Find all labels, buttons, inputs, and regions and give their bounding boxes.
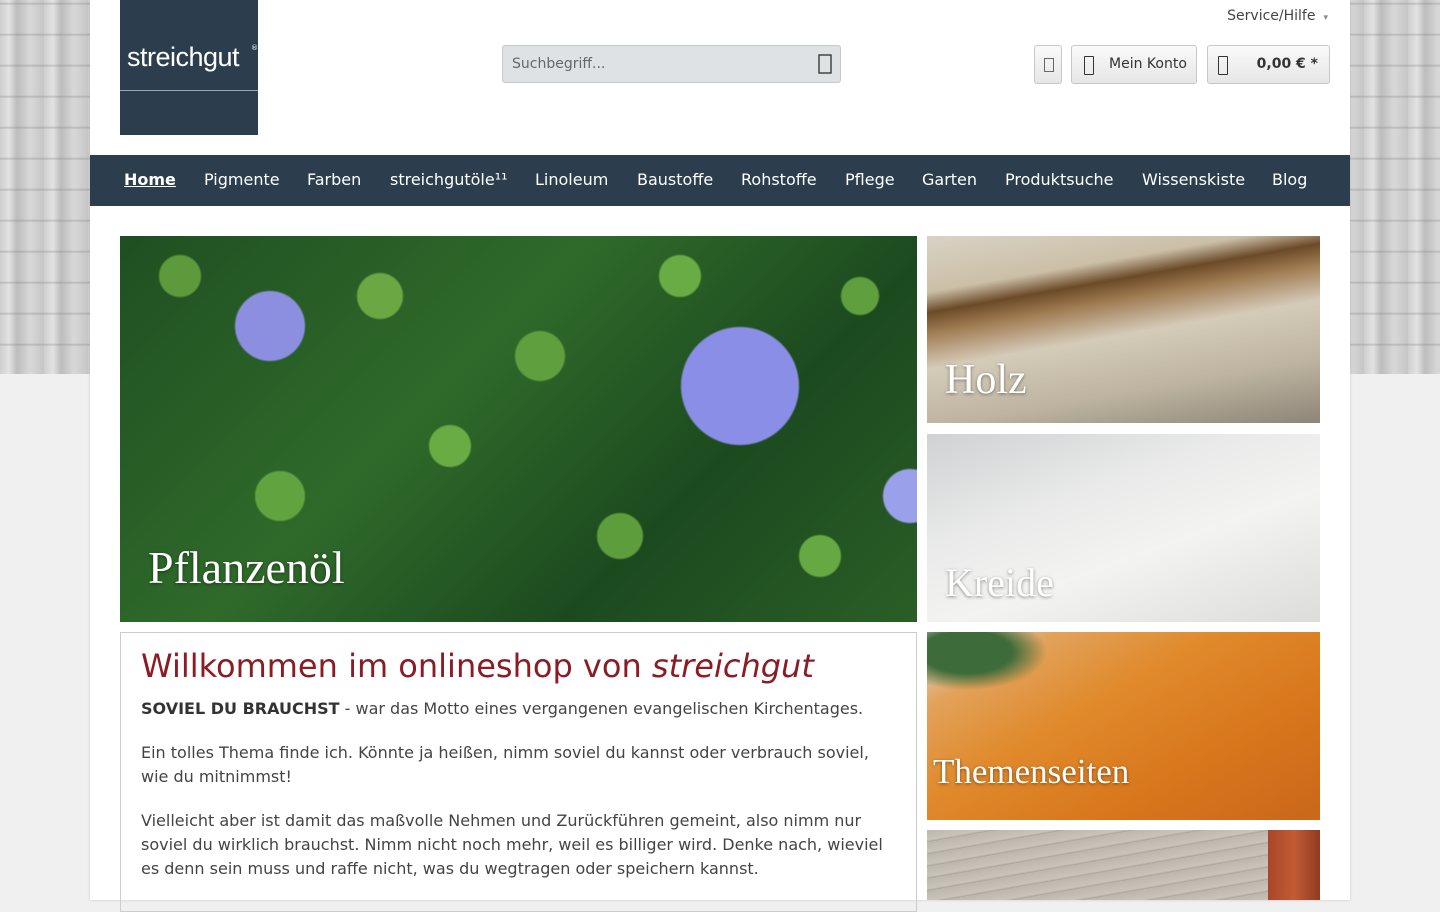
user-icon bbox=[1084, 56, 1094, 75]
tile-caption-holz: Holz bbox=[945, 357, 1027, 403]
search-bar bbox=[502, 45, 841, 83]
cart-total: 0,00 € * bbox=[1256, 56, 1318, 72]
search-input[interactable] bbox=[503, 46, 821, 82]
nav-item-home[interactable]: Home bbox=[124, 170, 176, 189]
notepad-icon bbox=[1044, 58, 1054, 72]
logo-registered-mark: ® bbox=[251, 44, 258, 52]
main-navigation: Home Pigmente Farben streichgutöle¹¹ Lin… bbox=[90, 155, 1350, 206]
cart-icon bbox=[1218, 56, 1228, 75]
nav-item-pflege[interactable]: Pflege bbox=[845, 170, 895, 189]
site-logo[interactable]: streichgut ® bbox=[120, 0, 258, 135]
category-tile-roof[interactable] bbox=[927, 830, 1320, 900]
tile-caption-themenseiten: Themenseiten bbox=[933, 752, 1130, 791]
welcome-paragraph-3: Vielleicht aber ist damit das maßvolle N… bbox=[141, 811, 883, 878]
nav-item-baustoffe[interactable]: Baustoffe bbox=[637, 170, 713, 189]
notepad-button[interactable] bbox=[1034, 45, 1062, 84]
nav-item-blog[interactable]: Blog bbox=[1272, 170, 1307, 189]
nav-item-wissenskiste[interactable]: Wissenskiste bbox=[1142, 170, 1245, 189]
logo-divider bbox=[120, 90, 258, 91]
cart-button[interactable]: 0,00 € * bbox=[1207, 45, 1330, 84]
nav-item-linoleum[interactable]: Linoleum bbox=[535, 170, 608, 189]
service-label: Service/Hilfe bbox=[1227, 8, 1316, 24]
nav-item-rohstoffe[interactable]: Rohstoffe bbox=[741, 170, 817, 189]
chevron-down-icon: ▾ bbox=[1323, 13, 1328, 23]
account-button[interactable]: Mein Konto bbox=[1071, 45, 1197, 84]
motto-text: SOVIEL DU BRAUCHST bbox=[141, 699, 340, 718]
welcome-title-brand: streichgut bbox=[651, 647, 814, 685]
nav-item-pigmente[interactable]: Pigmente bbox=[204, 170, 280, 189]
welcome-title-plain: Willkommen im onlineshop von bbox=[141, 647, 652, 685]
tile-caption-kreide: Kreide bbox=[945, 560, 1054, 605]
hero-caption: Pflanzenöl bbox=[148, 542, 345, 593]
nav-item-streichguteoele[interactable]: streichgutöle¹¹ bbox=[390, 170, 508, 189]
welcome-text-box: Willkommen im onlineshop von streichgut … bbox=[120, 632, 917, 912]
category-tile-themenseiten[interactable]: Themenseiten bbox=[927, 632, 1320, 820]
account-label: Mein Konto bbox=[1109, 56, 1187, 72]
service-help-menu[interactable]: Service/Hilfe ▾ bbox=[1227, 8, 1328, 24]
category-tile-holz[interactable]: Holz bbox=[927, 236, 1320, 423]
page-container: streichgut ® Service/Hilfe ▾ Mein Konto 0… bbox=[90, 0, 1350, 912]
welcome-title: Willkommen im onlineshop von streichgut bbox=[141, 647, 896, 685]
search-icon[interactable] bbox=[818, 54, 832, 74]
category-tile-kreide[interactable]: Kreide bbox=[927, 434, 1320, 622]
welcome-paragraph-2: Ein tolles Thema finde ich. Könnte ja he… bbox=[141, 743, 869, 786]
welcome-p1-rest: - war das Motto eines vergangenen evange… bbox=[339, 699, 864, 718]
nav-item-garten[interactable]: Garten bbox=[922, 170, 977, 189]
nav-item-produktsuche[interactable]: Produktsuche bbox=[1005, 170, 1113, 189]
nav-item-farben[interactable]: Farben bbox=[307, 170, 361, 189]
logo-text: streichgut bbox=[127, 42, 240, 72]
hero-banner-pflanzenoel[interactable]: Pflanzenöl bbox=[120, 236, 917, 622]
roof-tiles-image bbox=[1268, 830, 1320, 900]
welcome-paragraph-1: SOVIEL DU BRAUCHST - war das Motto eines… bbox=[141, 697, 896, 721]
